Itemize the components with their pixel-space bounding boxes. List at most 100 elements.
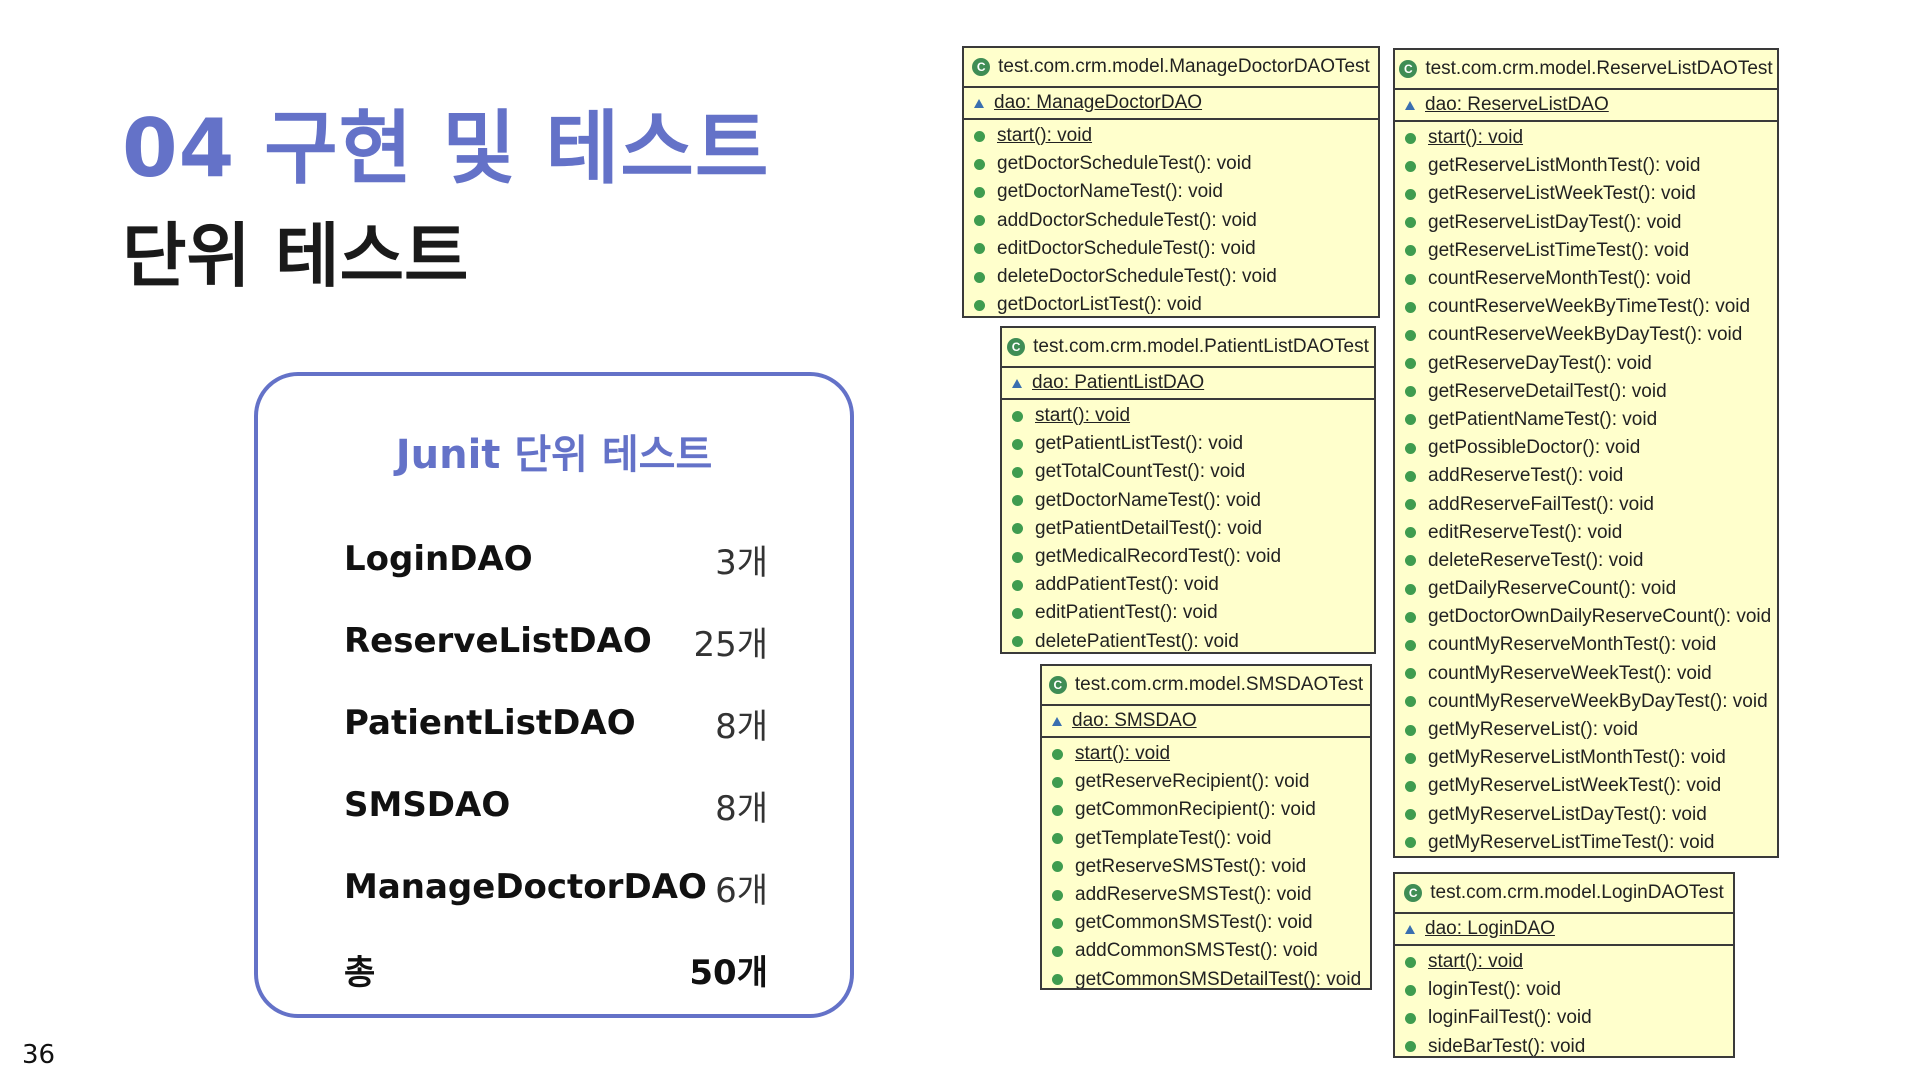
- summary-row-label: LoginDAO: [344, 539, 533, 579]
- public-method-icon: [1405, 301, 1416, 313]
- public-method-icon: [1405, 752, 1416, 764]
- public-method-icon: [1405, 358, 1416, 370]
- uml-method-row: getReserveRecipient(): void: [1052, 768, 1370, 796]
- uml-method-text: start(): void: [1035, 405, 1131, 427]
- uml-method-text: getDoctorListTest(): void: [997, 294, 1202, 316]
- public-method-icon: [1405, 329, 1416, 341]
- uml-method-text: deletePatientTest(): void: [1035, 630, 1239, 652]
- slide-title: 04 구현 및 테스트: [122, 102, 770, 195]
- public-method-icon: [1405, 527, 1416, 539]
- uml-method-text: getReserveDayTest(): void: [1428, 352, 1652, 374]
- uml-field-text: dao: ManageDoctorDAO: [994, 92, 1203, 113]
- uml-method-row: getDoctorScheduleTest(): void: [974, 150, 1378, 178]
- public-method-icon: [1405, 1012, 1416, 1024]
- summary-row-label: ReserveListDAO: [344, 621, 652, 661]
- summary-row-count: 6개: [715, 870, 768, 911]
- uml-method-row: getDoctorNameTest(): void: [974, 178, 1378, 206]
- uml-method-text: getPatientDetailTest(): void: [1035, 517, 1263, 539]
- public-method-icon: [1405, 1041, 1416, 1053]
- uml-method-row: addPatientTest(): void: [1012, 571, 1374, 599]
- uml-method-text: countReserveMonthTest(): void: [1428, 268, 1691, 290]
- protected-field-icon: [974, 98, 984, 108]
- public-method-icon: [1012, 438, 1023, 450]
- uml-class-header: C test.com.crm.model.ReserveListDAOTest: [1395, 50, 1777, 90]
- summary-row-logindao: LoginDAO 3개: [344, 534, 768, 584]
- uml-method-text: getPatientNameTest(): void: [1428, 408, 1658, 430]
- uml-method-row: getPossibleDoctor(): void: [1405, 434, 1777, 462]
- uml-method-text: countMyReserveWeekTest(): void: [1428, 662, 1712, 684]
- uml-method-row: getReserveSMSTest(): void: [1052, 853, 1370, 881]
- uml-field-text: dao: PatientListDAO: [1032, 372, 1205, 393]
- public-method-icon: [1012, 607, 1023, 619]
- public-method-icon: [1405, 809, 1416, 821]
- uml-method-text: getMyReserveListTimeTest(): void: [1428, 831, 1715, 853]
- uml-method-row: countMyReserveMonthTest(): void: [1405, 631, 1777, 659]
- uml-method-text: getCommonSMSDetailTest(): void: [1075, 968, 1362, 990]
- uml-method-row: deleteReserveTest(): void: [1405, 547, 1777, 575]
- protected-field-icon: [1405, 924, 1415, 934]
- uml-method-row: getTotalCountTest(): void: [1012, 458, 1374, 486]
- uml-class-name: test.com.crm.model.LoginDAOTest: [1430, 882, 1724, 903]
- uml-class-header: C test.com.crm.model.ManageDoctorDAOTest: [964, 48, 1378, 88]
- public-method-icon: [1405, 414, 1416, 426]
- uml-method-text: getReserveListMonthTest(): void: [1428, 155, 1701, 177]
- uml-method-row: getMyReserveListMonthTest(): void: [1405, 744, 1777, 772]
- public-method-icon: [974, 158, 985, 170]
- public-method-icon: [1052, 861, 1063, 873]
- uml-method-row: getDailyReserveCount(): void: [1405, 575, 1777, 603]
- public-method-icon: [1012, 636, 1023, 648]
- uml-method-row: getMyReserveListDayTest(): void: [1405, 801, 1777, 829]
- uml-method-row: getPatientDetailTest(): void: [1012, 515, 1374, 543]
- public-method-icon: [1405, 583, 1416, 595]
- uml-field-row: dao: ReserveListDAO: [1395, 90, 1777, 122]
- protected-field-icon: [1012, 378, 1022, 388]
- uml-method-row: editReserveTest(): void: [1405, 519, 1777, 547]
- uml-class-logindaotest: C test.com.crm.model.LoginDAOTest dao: L…: [1393, 872, 1735, 1058]
- protected-field-icon: [1052, 716, 1062, 726]
- uml-method-row: getReserveListMonthTest(): void: [1405, 152, 1777, 180]
- uml-method-text: addDoctorScheduleTest(): void: [997, 209, 1257, 231]
- uml-method-text: getMedicalRecordTest(): void: [1035, 546, 1282, 568]
- uml-method-row: start(): void: [1052, 740, 1370, 768]
- uml-field-row: dao: SMSDAO: [1042, 706, 1370, 738]
- uml-class-name: test.com.crm.model.SMSDAOTest: [1074, 674, 1364, 695]
- protected-field-icon: [1405, 100, 1415, 110]
- public-method-icon: [1052, 833, 1063, 845]
- public-method-icon: [1405, 724, 1416, 736]
- uml-method-text: deleteReserveTest(): void: [1428, 549, 1644, 571]
- public-method-icon: [1405, 245, 1416, 257]
- uml-method-text: addPatientTest(): void: [1035, 574, 1219, 596]
- uml-method-text: countReserveWeekByDayTest(): void: [1428, 324, 1743, 346]
- uml-field-text: dao: ReserveListDAO: [1425, 94, 1609, 115]
- public-method-icon: [1405, 273, 1416, 285]
- uml-method-text: getReserveDetailTest(): void: [1428, 380, 1667, 402]
- public-method-icon: [974, 130, 985, 142]
- public-method-icon: [1405, 780, 1416, 792]
- uml-method-row: editDoctorScheduleTest(): void: [974, 235, 1378, 263]
- public-method-icon: [1052, 804, 1063, 816]
- summary-row-smsdao: SMSDAO 8개: [344, 780, 768, 830]
- public-method-icon: [1405, 217, 1416, 229]
- uml-field-text: dao: SMSDAO: [1072, 710, 1197, 731]
- uml-method-row: countReserveWeekByDayTest(): void: [1405, 321, 1777, 349]
- uml-method-row: getCommonRecipient(): void: [1052, 796, 1370, 824]
- uml-method-list: start(): void getReserveListMonthTest(): …: [1395, 122, 1777, 856]
- public-method-icon: [974, 186, 985, 198]
- uml-method-list: start(): void getDoctorScheduleTest(): vo…: [964, 120, 1378, 316]
- uml-method-row: getTemplateTest(): void: [1052, 825, 1370, 853]
- uml-field-row: dao: PatientListDAO: [1002, 368, 1374, 400]
- uml-method-row: getReserveListWeekTest(): void: [1405, 180, 1777, 208]
- uml-class-header: C test.com.crm.model.SMSDAOTest: [1042, 666, 1370, 706]
- uml-method-text: getTotalCountTest(): void: [1035, 461, 1246, 483]
- class-c-icon: C: [1048, 676, 1067, 694]
- public-method-icon: [1405, 442, 1416, 454]
- uml-method-row: loginTest(): void: [1405, 976, 1733, 1004]
- uml-method-text: getPossibleDoctor(): void: [1428, 437, 1641, 459]
- summary-row-count: 25개: [693, 624, 768, 665]
- summary-row-label: ManageDoctorDAO: [344, 867, 707, 907]
- uml-method-text: getCommonSMSTest(): void: [1075, 912, 1313, 934]
- uml-method-list: start(): void getReserveRecipient(): void…: [1042, 738, 1370, 990]
- uml-method-text: getMyReserveList(): void: [1428, 719, 1639, 741]
- uml-method-row: addReserveSMSTest(): void: [1052, 881, 1370, 909]
- uml-class-smsdaotest: C test.com.crm.model.SMSDAOTest dao: SMS…: [1040, 664, 1372, 990]
